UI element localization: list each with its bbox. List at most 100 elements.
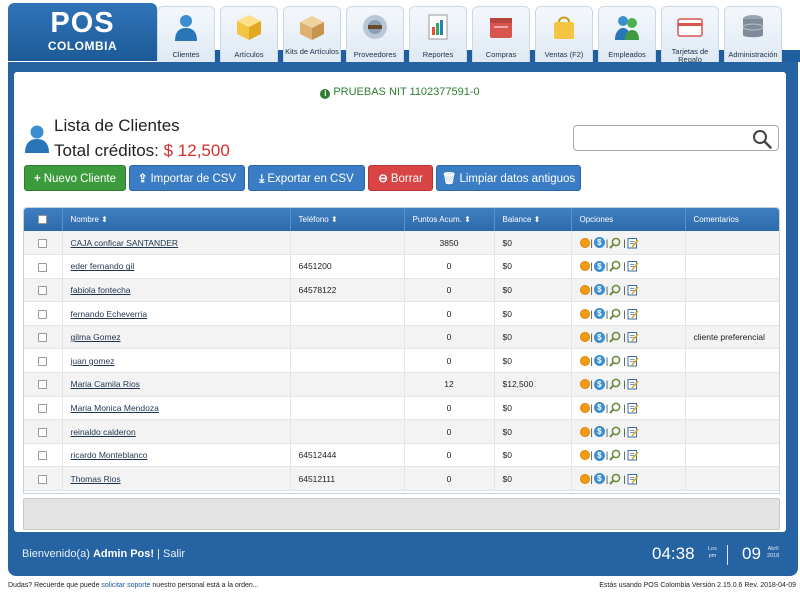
customer-name-link[interactable]: ricardo Monteblanco: [71, 450, 148, 460]
search-icon[interactable]: [752, 129, 772, 149]
status-dot-icon[interactable]: [579, 355, 590, 366]
customer-name-link[interactable]: reinaldo calderon: [71, 427, 136, 437]
edit-icon[interactable]: [627, 260, 639, 272]
status-dot-icon[interactable]: [579, 473, 590, 484]
customer-name-link[interactable]: fernando Echeverria: [71, 309, 148, 319]
dollar-icon[interactable]: $: [593, 355, 605, 367]
edit-icon[interactable]: [627, 426, 639, 438]
delete-button[interactable]: ⊖ Borrar: [368, 165, 433, 191]
edit-icon[interactable]: [627, 355, 639, 367]
view-detail-icon[interactable]: [609, 355, 622, 367]
customer-name-link[interactable]: Thomas Rios: [71, 474, 121, 484]
dollar-icon[interactable]: $: [593, 402, 605, 414]
shopping-bag-icon: [549, 12, 579, 42]
nav-item-kits-de-art-culos[interactable]: Kits de Artículos: [283, 6, 341, 62]
edit-icon[interactable]: [627, 378, 639, 390]
nav-item-reportes[interactable]: Reportes: [409, 6, 467, 62]
export-csv-button[interactable]: ⤓ Exportar en CSV: [248, 165, 365, 191]
edit-icon[interactable]: [627, 331, 639, 343]
column-balance[interactable]: Balance ⬍: [494, 208, 572, 231]
dollar-icon[interactable]: $: [593, 260, 605, 272]
nav-item-empleados[interactable]: Empleados: [598, 6, 656, 62]
nav-item-art-culos[interactable]: Artículos: [220, 6, 278, 62]
status-dot-icon[interactable]: [579, 284, 590, 295]
nav-item-tarjetas-de-regalo[interactable]: Tarjetas de Regalo: [661, 6, 719, 64]
clock-ampm: Los pm: [708, 546, 717, 560]
status-dot-icon[interactable]: [579, 237, 590, 248]
customer-name-link[interactable]: eder fernando gil: [71, 261, 135, 271]
view-detail-icon[interactable]: [609, 426, 622, 438]
row-checkbox[interactable]: [38, 333, 48, 343]
clock-divider: [727, 545, 728, 565]
support-link[interactable]: solicitar soporte: [101, 582, 150, 589]
status-dot-icon[interactable]: [579, 332, 590, 343]
points-cell: 0: [404, 278, 495, 303]
customer-name-link[interactable]: fabiola fontecha: [71, 285, 131, 295]
row-checkbox[interactable]: [38, 427, 48, 437]
dollar-icon[interactable]: $: [593, 426, 605, 438]
customer-name-link[interactable]: juan gomez: [71, 356, 115, 366]
clean-old-data-button[interactable]: 🗑 Limpiar datos antiguos: [436, 165, 581, 191]
dollar-icon[interactable]: $: [593, 284, 605, 296]
dollar-icon[interactable]: $: [593, 308, 605, 320]
column-phone[interactable]: Teléfono ⬍: [290, 208, 405, 231]
view-detail-icon[interactable]: [609, 284, 622, 296]
view-detail-icon[interactable]: [609, 260, 622, 273]
select-all-checkbox[interactable]: [38, 215, 48, 225]
customer-name-link[interactable]: gilma Gomez: [71, 332, 121, 342]
import-csv-button[interactable]: ⇪ Importar de CSV: [129, 165, 245, 191]
column-points[interactable]: Puntos Acum. ⬍: [404, 208, 495, 231]
view-detail-icon[interactable]: [609, 378, 622, 391]
view-detail-icon[interactable]: [609, 449, 622, 461]
table-row: Maria Monica Mendoza 0 $0 | $ | |: [24, 396, 779, 421]
edit-icon[interactable]: [627, 308, 639, 320]
new-customer-button[interactable]: + Nuevo Cliente: [24, 165, 126, 191]
customer-name-link[interactable]: Maria Camila Rios: [71, 379, 140, 389]
row-checkbox[interactable]: [38, 286, 48, 296]
row-checkbox[interactable]: [38, 238, 48, 248]
dollar-icon[interactable]: $: [593, 378, 605, 390]
row-checkbox[interactable]: [38, 451, 48, 461]
row-select-cell: [24, 372, 63, 397]
view-detail-icon[interactable]: [609, 402, 622, 414]
dollar-icon[interactable]: $: [593, 449, 605, 461]
logo-subtext: COLOMBIA: [47, 39, 118, 53]
view-detail-icon[interactable]: [609, 473, 622, 485]
row-checkbox[interactable]: [38, 404, 48, 414]
dollar-icon[interactable]: $: [593, 237, 605, 249]
column-name[interactable]: Nombre ⬍: [62, 208, 291, 231]
edit-icon[interactable]: [627, 473, 639, 485]
nav-item-clientes[interactable]: Clientes: [157, 6, 215, 62]
edit-icon[interactable]: [627, 237, 639, 249]
status-dot-icon[interactable]: [579, 450, 590, 461]
nav-item-compras[interactable]: Compras: [472, 6, 530, 62]
edit-icon[interactable]: [627, 449, 639, 461]
view-detail-icon[interactable]: [609, 308, 622, 320]
help-prefix: Dudas? Recuerde que puede: [8, 582, 100, 589]
nav-item-ventas-f2[interactable]: Ventas (F2): [535, 6, 593, 62]
view-detail-icon[interactable]: [609, 331, 622, 343]
row-checkbox[interactable]: [38, 474, 48, 484]
customer-name-link[interactable]: Maria Monica Mendoza: [71, 403, 159, 413]
row-checkbox[interactable]: [38, 380, 48, 390]
search-input[interactable]: [580, 127, 750, 149]
status-dot-icon[interactable]: [579, 379, 590, 390]
app-logo[interactable]: POS COLOMBIA: [8, 3, 157, 61]
dollar-icon[interactable]: $: [593, 473, 605, 485]
name-cell: eder fernando gil: [62, 254, 291, 279]
nav-item-administraci-n[interactable]: Administración: [724, 6, 782, 62]
row-checkbox[interactable]: [38, 262, 48, 272]
dollar-icon[interactable]: $: [593, 331, 605, 343]
row-checkbox[interactable]: [38, 356, 48, 366]
status-dot-icon[interactable]: [579, 308, 590, 319]
edit-icon[interactable]: [627, 284, 639, 296]
customer-name-link[interactable]: CAJA conficar SANTANDER: [71, 238, 179, 248]
logout-link[interactable]: Salir: [163, 548, 185, 560]
status-dot-icon[interactable]: [579, 426, 590, 437]
row-checkbox[interactable]: [38, 309, 48, 319]
status-dot-icon[interactable]: [579, 261, 590, 272]
edit-icon[interactable]: [627, 402, 639, 414]
status-dot-icon[interactable]: [579, 402, 590, 413]
nav-item-proveedores[interactable]: Proveedores: [346, 6, 404, 62]
view-detail-icon[interactable]: [609, 237, 622, 249]
